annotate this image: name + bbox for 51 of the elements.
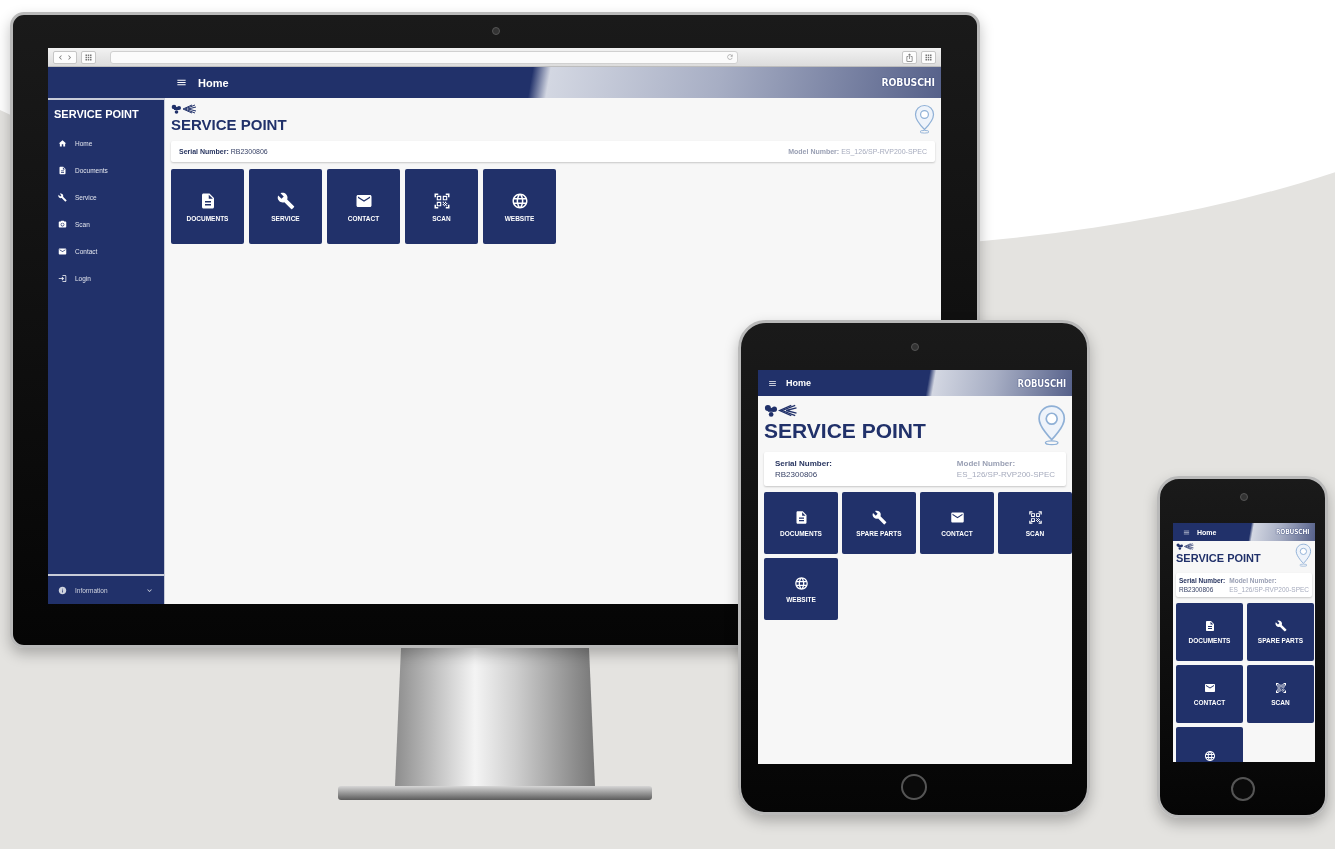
home-button[interactable] bbox=[1230, 777, 1255, 801]
tabs-button[interactable] bbox=[921, 50, 936, 64]
wrench-icon bbox=[871, 509, 887, 525]
info-icon bbox=[58, 585, 67, 595]
grid-icon bbox=[84, 52, 93, 62]
globe-icon bbox=[1203, 750, 1216, 762]
envelope-icon bbox=[1203, 682, 1216, 694]
menu-icon[interactable] bbox=[176, 77, 187, 88]
share-button[interactable] bbox=[902, 50, 917, 64]
sidebar-title: SERVICE POINT bbox=[53, 107, 140, 122]
camera-icon bbox=[911, 343, 919, 351]
page-title: SERVICE POINT bbox=[171, 116, 287, 133]
grid-icon bbox=[924, 52, 933, 62]
location-pin-icon bbox=[1295, 543, 1312, 567]
logo: ROBUSCHI bbox=[1017, 377, 1066, 389]
logo: ROBUSCHI bbox=[881, 76, 935, 89]
location-pin-icon bbox=[914, 104, 935, 134]
camera-icon bbox=[58, 220, 67, 229]
model-number: Model Number: ES_126/SP-RVP200-SPEC bbox=[956, 459, 1055, 479]
brand-mark-icon bbox=[1176, 543, 1195, 550]
globe-icon bbox=[793, 575, 809, 591]
header-title: Home bbox=[198, 76, 230, 89]
sidebar-toggle-button[interactable] bbox=[81, 50, 96, 64]
wrench-icon bbox=[58, 193, 67, 202]
location-pin-icon bbox=[1036, 404, 1066, 446]
header-title: Home bbox=[786, 378, 812, 388]
chevron-right-icon bbox=[65, 52, 74, 62]
chevron-left-icon bbox=[56, 52, 65, 62]
login-arrow-icon bbox=[58, 274, 67, 283]
menu-icon[interactable] bbox=[768, 378, 777, 388]
brand-mark-icon bbox=[171, 104, 197, 114]
qr-code-icon bbox=[1274, 682, 1287, 694]
home-button[interactable] bbox=[901, 774, 927, 800]
envelope-icon bbox=[58, 247, 67, 256]
qr-code-icon bbox=[432, 191, 451, 210]
qr-code-icon bbox=[1027, 509, 1043, 525]
url-field[interactable] bbox=[110, 50, 738, 64]
camera-icon bbox=[1239, 493, 1248, 501]
page-title: SERVICE POINT bbox=[764, 419, 926, 443]
home-icon bbox=[58, 139, 67, 148]
share-icon bbox=[905, 52, 914, 62]
brand-mark-icon bbox=[764, 404, 798, 417]
reload-icon bbox=[726, 53, 734, 61]
wrench-icon bbox=[276, 191, 295, 210]
wrench-icon bbox=[1274, 620, 1287, 632]
serial-number: Serial Number: RB2300806 bbox=[775, 459, 832, 479]
document-icon bbox=[1203, 620, 1216, 632]
globe-icon bbox=[510, 191, 529, 210]
page-title: SERVICE POINT bbox=[1176, 552, 1261, 564]
camera-icon bbox=[492, 27, 500, 35]
document-icon bbox=[58, 166, 67, 175]
